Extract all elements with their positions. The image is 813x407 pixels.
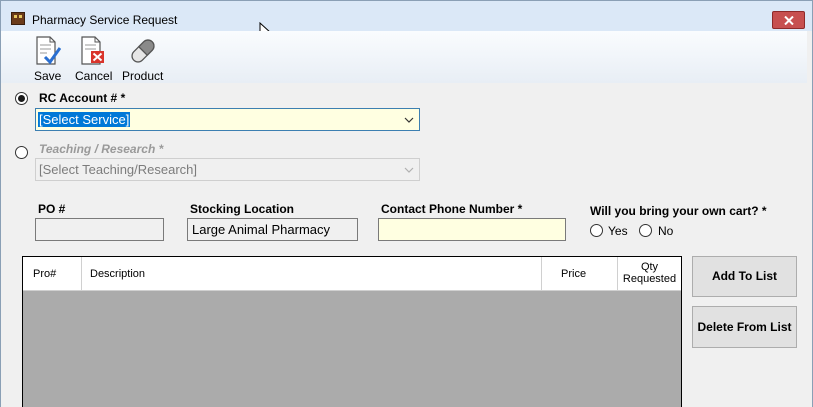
product-button[interactable]: Product: [121, 33, 167, 83]
save-label: Save: [34, 69, 62, 83]
chevron-down-icon: [404, 167, 414, 173]
po-number-field[interactable]: [35, 218, 164, 241]
teaching-research-label: Teaching / Research *: [39, 142, 164, 156]
chevron-down-icon: [404, 117, 414, 123]
save-button[interactable]: Save: [31, 33, 63, 83]
service-select-value: [Select Service]: [38, 112, 131, 127]
column-header-description[interactable]: Description: [82, 257, 542, 290]
own-cart-question: Will you bring your own cart? *: [590, 204, 767, 218]
cancel-document-icon: [81, 36, 104, 65]
service-select[interactable]: [Select Service]: [35, 108, 420, 131]
po-number-label: PO #: [38, 202, 66, 216]
column-header-qty-requested[interactable]: Qty Requested: [618, 257, 681, 290]
column-header-pro[interactable]: Pro#: [23, 257, 82, 290]
window-edge: [807, 31, 812, 407]
column-header-label: Qty Requested: [622, 261, 677, 285]
window-title: Pharmacy Service Request: [32, 13, 178, 27]
add-to-list-button[interactable]: Add To List: [692, 256, 797, 297]
rc-account-radio[interactable]: [15, 92, 28, 105]
close-button[interactable]: [772, 11, 805, 29]
cart-no-radio[interactable]: [639, 224, 652, 237]
teaching-research-radio[interactable]: [15, 146, 28, 159]
product-label: Product: [122, 69, 164, 83]
column-header-label: Pro#: [33, 268, 57, 280]
grid-header: Pro# Description Price Qty Requested: [23, 257, 681, 291]
stocking-location-field[interactable]: Large Animal Pharmacy: [187, 218, 358, 241]
contact-phone-field[interactable]: [378, 218, 566, 241]
teaching-research-select-value: [Select Teaching/Research]: [39, 162, 198, 177]
column-header-label: Description: [90, 268, 146, 280]
cart-yes-label: Yes: [608, 224, 628, 238]
capsule-icon: [131, 39, 155, 63]
toolbar: Save Cancel Product: [1, 31, 812, 83]
column-header-price[interactable]: Price: [542, 257, 618, 290]
delete-from-list-button[interactable]: Delete From List: [692, 306, 797, 348]
cancel-label: Cancel: [75, 69, 113, 83]
stocking-location-label: Stocking Location: [190, 202, 295, 216]
rc-account-label: RC Account # *: [39, 91, 126, 105]
stocking-location-value: Large Animal Pharmacy: [192, 222, 331, 237]
title-bar: Pharmacy Service Request: [1, 1, 812, 31]
cancel-button[interactable]: Cancel: [74, 33, 112, 83]
save-icon: [36, 36, 61, 65]
app-icon: [11, 12, 25, 25]
teaching-research-select[interactable]: [Select Teaching/Research]: [35, 158, 420, 181]
cart-yes-radio[interactable]: [590, 224, 603, 237]
product-list-grid[interactable]: Pro# Description Price Qty Requested: [22, 256, 682, 407]
contact-phone-label: Contact Phone Number *: [381, 202, 523, 216]
column-header-label: Price: [561, 268, 587, 280]
cart-no-label: No: [658, 224, 674, 238]
pharmacy-service-request-window: Pharmacy Service Request Save Cancel Pro…: [0, 0, 813, 407]
close-icon: [784, 16, 794, 25]
